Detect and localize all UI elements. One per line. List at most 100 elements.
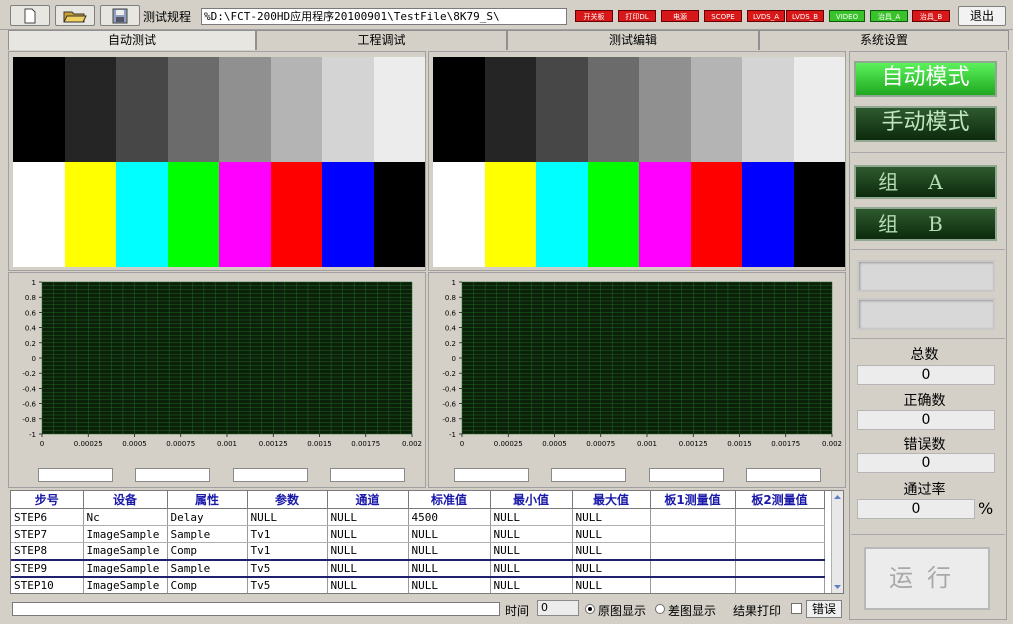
y-tick-label: 0.2	[445, 340, 456, 348]
y-tick-label: -0.4	[22, 385, 36, 393]
gray-step-0	[13, 57, 65, 162]
indicator-power: 电源	[661, 10, 699, 22]
test-file-path[interactable]: %D:\FCT-200HD应用程序20100901\TestFile\8K79_…	[201, 8, 567, 25]
color-bar-5	[690, 162, 742, 267]
table-row[interactable]: STEP8 ImageSample Comp Tv1 NULL NULL NULL NULL	[11, 542, 825, 560]
color-bar-3	[167, 162, 219, 267]
color-bar-7	[373, 162, 425, 267]
column-header: 最小值	[490, 491, 573, 509]
color-bar-row	[13, 162, 425, 267]
x-tick-label: 0.0015	[727, 440, 752, 448]
x-tick-label: 0.00175	[351, 440, 380, 448]
indicator-switch-board: 开关板	[575, 10, 613, 22]
table-cell: Tv1	[247, 542, 328, 560]
column-header: 设备	[83, 491, 168, 509]
y-tick-label: 1	[452, 279, 456, 287]
y-tick-label: -0.8	[22, 416, 36, 424]
progress-bar	[12, 602, 500, 616]
x-tick-label: 0.00025	[494, 440, 523, 448]
error-count-value: 0	[857, 453, 995, 473]
manual-mode-button[interactable]: 手动模式	[854, 106, 997, 142]
table-row[interactable]: STEP6 Nc Delay NULL NULL 4500 NULL NULL	[11, 508, 825, 526]
x-tick-label: 0.0005	[542, 440, 567, 448]
table-cell: NULL	[572, 576, 651, 593]
table-cell	[735, 542, 825, 560]
x-tick-label: 0.0015	[307, 440, 332, 448]
original-display-radio[interactable]	[585, 604, 595, 614]
table-cell: NULL	[408, 558, 491, 578]
measure-box-2	[135, 468, 210, 482]
error-button[interactable]: 错误	[806, 600, 842, 618]
print-result-checkbox[interactable]	[791, 603, 802, 614]
tab-auto-test[interactable]: 自动测试	[8, 30, 256, 50]
table-cell	[650, 558, 736, 578]
correct-value: 0	[857, 410, 995, 430]
table-cell: STEP10	[11, 576, 84, 593]
table-cell: NULL	[247, 508, 328, 526]
x-tick-label: 0.00175	[771, 440, 800, 448]
table-cell	[735, 525, 825, 543]
x-tick-label: 0.00075	[166, 440, 195, 448]
save-button[interactable]	[100, 5, 140, 26]
x-tick-label: 0.00125	[679, 440, 708, 448]
indicator-video: VIDEO	[829, 10, 865, 22]
color-bar-6	[742, 162, 794, 267]
y-tick-label: -0.6	[22, 401, 36, 409]
gray-step-1	[64, 57, 116, 162]
table-row[interactable]: STEP9 ImageSample Sample Tv5 NULL NULL NULL NUL…	[11, 558, 825, 578]
toolbar: 测试规程 %D:\FCT-200HD应用程序20100901\TestFile\…	[0, 0, 1013, 30]
table-row[interactable]: STEP10 ImageSample Comp Tv5 NULL NULL NULL NULL	[11, 576, 825, 593]
tab-engineering-debug[interactable]: 工程调试	[256, 30, 507, 50]
time-label: 时间	[505, 604, 530, 618]
color-bar-7	[793, 162, 845, 267]
table-row[interactable]: STEP7 ImageSample Sample Tv1 NULL NULL NULL NUL…	[11, 525, 825, 543]
color-bar-1	[64, 162, 116, 267]
table-cell: 4500	[408, 508, 491, 526]
table-cell: ImageSample	[83, 576, 168, 593]
test-pattern-board2	[433, 57, 845, 267]
waveform-graph-board2: 1 0.8 0.6 0.4 0.2 0 -0.2 -0.4 -0.6 -0.8 -1 0 0.00025…	[442, 279, 842, 448]
y-tick-label: 0	[452, 355, 456, 363]
table-cell: NULL	[490, 542, 573, 560]
table-scrollbar[interactable]	[831, 491, 843, 593]
scroll-down-icon[interactable]	[832, 582, 843, 592]
diff-display-radio[interactable]	[655, 604, 665, 614]
tab-system-settings[interactable]: 系统设置	[759, 30, 1009, 50]
table-cell: Nc	[83, 508, 168, 526]
table-cell: NULL	[490, 525, 573, 543]
open-folder-button[interactable]	[55, 5, 95, 26]
x-tick-label: 0.001	[217, 440, 237, 448]
exit-button[interactable]: 退出	[958, 6, 1006, 26]
y-tick-label: 0.2	[25, 340, 36, 348]
group-a-button[interactable]: 组A	[854, 165, 997, 199]
gray-step-2	[536, 57, 588, 162]
measure-box-7	[649, 468, 724, 482]
test-steps-table: 步号 设备 属性 参数 通道 标准值 最小值 最大值 板1测量值 板2测量值 STEP6 Nc Del…	[10, 490, 844, 594]
gray-step-7	[373, 57, 425, 162]
table-cell: Delay	[167, 508, 248, 526]
new-file-button[interactable]	[10, 5, 50, 26]
group-b-button[interactable]: 组B	[854, 207, 997, 241]
auto-mode-button[interactable]: 自动模式	[854, 61, 997, 97]
error-count-label: 错误数	[903, 437, 946, 453]
y-tick-label: 0.6	[25, 309, 37, 317]
column-header: 通道	[327, 491, 409, 509]
table-cell: NULL	[408, 525, 491, 543]
color-bar-0	[13, 162, 65, 267]
column-header: 参数	[247, 491, 328, 509]
table-cell: STEP8	[11, 542, 84, 560]
color-bar-4	[219, 162, 271, 267]
tab-test-edit[interactable]: 测试编辑	[507, 30, 759, 50]
gray-scale-row	[433, 57, 845, 162]
tab-bar: 自动测试 工程调试 测试编辑 系统设置	[0, 30, 1013, 50]
y-tick-label: -0.8	[442, 416, 456, 424]
table-cell: Tv1	[247, 525, 328, 543]
x-tick-label: 0.00025	[74, 440, 103, 448]
scroll-up-icon[interactable]	[832, 492, 843, 502]
color-bar-3	[587, 162, 639, 267]
correct-label: 正确数	[903, 393, 946, 409]
table-cell: NULL	[490, 576, 573, 593]
y-tick-label: 0.8	[445, 294, 456, 302]
gray-step-4	[639, 57, 691, 162]
total-value: 0	[857, 365, 995, 385]
